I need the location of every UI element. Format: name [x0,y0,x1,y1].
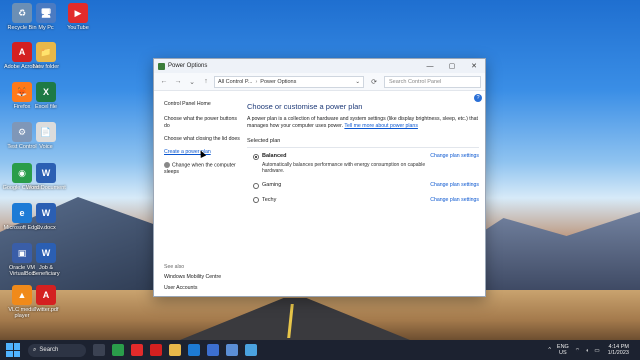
desktop-icon-label: Job & Beneficiary [32,265,60,278]
plan-row-gaming: Gaming Change plan settings [247,182,479,189]
desktop-icon-glyph: W [36,243,56,263]
desktop-icon-glyph: 📄 [36,122,56,142]
desktop-icon-label: Word Document [26,185,66,191]
language-indicator[interactable]: ENG US [557,344,569,356]
closing-lid-link[interactable]: Choose what closing the lid does [164,136,244,143]
desktop-icon-label: Voice [39,144,53,150]
forward-arrow-icon[interactable]: → [172,76,184,88]
clock[interactable]: 4:14 PM 1/1/2023 [608,344,629,357]
plan-row-balanced: Balanced Automatically balances performa… [247,153,479,174]
plan-info: Balanced Automatically balances performa… [262,153,430,174]
desktop-icon[interactable]: W Job & Beneficiary [26,243,66,277]
search-input[interactable]: Search Control Panel [384,75,481,88]
selected-plan-header: Selected plan [247,138,479,149]
desktop-icon[interactable]: A Twitter.pdf [26,285,66,313]
desktop-icon-label: YouTube [67,25,89,31]
control-panel-home-link[interactable]: Control Panel Home [164,101,244,107]
taskbar-search-label: Search [39,347,59,353]
plan-name: Techy [262,196,277,203]
region-code: US [559,350,567,356]
sleep-settings-label: Change when the computer sleeps [164,162,236,176]
desktop-icon-label: Twitter.pdf [33,307,59,313]
desktop-icon[interactable]: W Word Document [26,163,66,191]
power-options-window: Power Options — ▢ ✕ ← → ⌄ ↑ All Control … [153,58,486,297]
taskbar-app-edge-icon[interactable] [188,344,200,356]
up-arrow-icon[interactable]: ↑ [200,76,212,88]
page-title: Choose or customise a power plan [247,102,363,111]
desktop-icon[interactable]: X Excel file [26,82,66,110]
maximize-button[interactable]: ▢ [441,59,463,73]
left-navigation-pane: Control Panel Home Choose what the power… [164,101,244,182]
desktop-icon-label: Cv.docx [36,225,56,231]
plan-radio-gaming[interactable] [253,182,259,189]
power-buttons-link[interactable]: Choose what the power buttons do [164,116,244,130]
system-tray: ^ ENG US ⌔ ◖ ▭ 4:14 PM 1/1/2023 [548,344,640,357]
recent-locations-chevron-icon[interactable]: ⌄ [186,76,198,88]
window-title: Power Options [168,63,208,69]
start-button[interactable] [6,343,20,357]
plan-name: Gaming [262,182,282,189]
desktop-icon-glyph: X [36,82,56,102]
see-also-section: See also Windows Mobility Centre User Ac… [164,264,221,296]
title-bar: Power Options — ▢ ✕ [154,59,485,73]
search-icon: ⌕ [33,346,37,353]
plan-row-techy: Techy Change plan settings [247,197,479,204]
plan-radio-balanced[interactable] [253,153,259,160]
taskbar-app-pdf-icon[interactable] [150,344,162,356]
page-description: A power plan is a collection of hardware… [247,116,479,130]
taskbar-app-store-icon[interactable] [207,344,219,356]
taskbar-app-settings-icon[interactable] [226,344,238,356]
main-content: Choose or customise a power plan A power… [247,102,479,211]
navigation-bar: ← → ⌄ ↑ All Control P... › Power Options… [154,73,485,91]
desktop-icon-glyph: 📁 [36,42,56,62]
desktop-icon[interactable]: W Cv.docx [26,203,66,231]
see-also-header: See also [164,264,185,270]
desktop-icon-glyph: 🖥 [36,3,56,23]
taskbar-apps [86,344,257,356]
minimize-button[interactable]: — [419,59,441,73]
breadcrumb-separator-icon: › [255,78,258,85]
address-dropdown-icon[interactable]: ⌄ [355,79,360,85]
help-icon[interactable]: ? [474,94,482,102]
network-volume-battery-icons[interactable]: ⌔ ◖ ▭ [575,347,602,354]
taskbar-app-task-view-icon[interactable] [93,344,105,356]
desktop-icon-label: Excel file [34,104,57,110]
back-arrow-icon[interactable]: ← [158,76,170,88]
plan-name: Balanced [262,153,287,160]
desktop-icon-label: New folder [32,64,60,70]
clock-date: 1/1/2023 [607,350,629,356]
shield-icon [164,162,170,169]
taskbar-app-youtube-icon[interactable] [131,344,143,356]
taskbar-app-file-explorer-icon[interactable] [169,344,181,356]
change-plan-settings-link[interactable]: Change plan settings [430,182,479,188]
sleep-settings-link[interactable]: Change when the computer sleeps [164,162,244,176]
desktop-icon-glyph: W [36,163,56,183]
plan-subtitle: Automatically balances performance with … [262,162,426,175]
close-button[interactable]: ✕ [463,59,485,73]
taskbar-app-control-panel-icon[interactable] [245,344,257,356]
taskbar-app-chrome-icon[interactable] [112,344,124,356]
change-plan-settings-link[interactable]: Change plan settings [430,153,479,159]
desktop-icon[interactable]: 📁 New folder [26,42,66,70]
taskbar-search[interactable]: ⌕ Search [28,343,86,357]
refresh-icon[interactable]: ⟳ [368,78,380,86]
user-accounts-link[interactable]: User Accounts [164,285,221,291]
desktop-icon[interactable]: 📄 Voice [26,122,66,150]
change-plan-settings-link[interactable]: Change plan settings [430,197,479,203]
tray-overflow-chevron-icon[interactable]: ^ [548,347,551,353]
taskbar: ⌕ Search ^ ENG US ⌔ ◖ ▭ 4:14 PM 1/1/2023 [0,340,640,360]
windows-mobility-centre-link[interactable]: Windows Mobility Centre [164,274,221,280]
desktop-icon-glyph: ▶ [68,3,88,23]
breadcrumb-current[interactable]: Power Options [260,79,296,85]
desktop-icon-glyph: W [36,203,56,223]
more-about-power-plans-link[interactable]: Tell me more about power plans [344,123,418,129]
power-options-icon [158,62,165,70]
address-bar[interactable]: All Control P... › Power Options ⌄ [214,75,364,88]
desktop-icon-glyph: A [36,285,56,305]
desktop-icon[interactable]: ▶ YouTube [58,3,98,31]
plan-radio-techy[interactable] [253,197,259,204]
breadcrumb-root[interactable]: All Control P... [218,79,252,85]
